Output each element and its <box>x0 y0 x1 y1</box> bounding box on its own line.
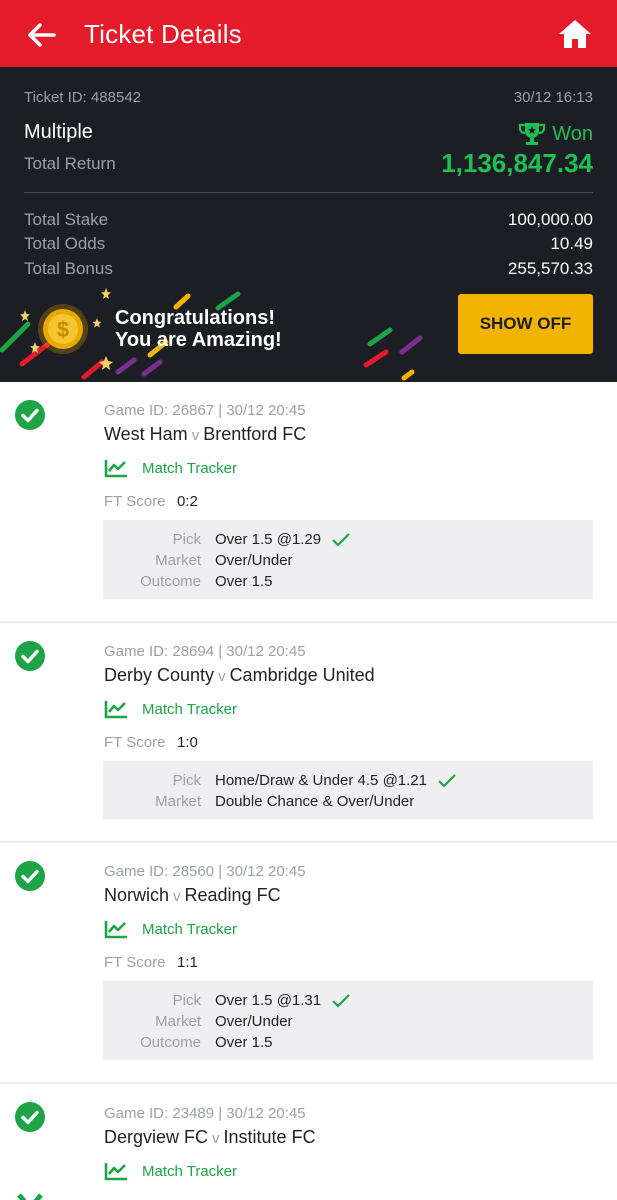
checkmark-icon <box>438 773 456 788</box>
market-value: Over/Under <box>215 1013 293 1030</box>
total-return-value: 1,136,847.34 <box>441 148 593 178</box>
match-tracker-label: Match Tracker <box>142 1162 238 1180</box>
outcome-value: Over 1.5 <box>215 1034 273 1051</box>
congrats-line-2: You are Amazing! <box>115 329 282 351</box>
pick-label: Pick <box>172 772 201 789</box>
game-id: Game ID: 23489 | 30/12 20:45 <box>104 1105 306 1122</box>
match-tracker-link[interactable]: Match Tracker <box>104 919 237 939</box>
chart-trend-icon <box>104 921 127 939</box>
congrats-text: Congratulations! You are Amazing! <box>115 307 282 351</box>
total-odds-value: 10.49 <box>550 234 593 253</box>
pick-value: Home/Draw & Under 4.5 @1.21 <box>215 772 457 789</box>
ft-score-label: FT Score <box>104 493 166 510</box>
outcome-label: Outcome <box>140 1034 201 1051</box>
ticket-id: Ticket ID: 488542 <box>24 89 142 106</box>
selection-item: Game ID: 23489 | 30/12 20:45 Dergview FC… <box>0 1084 617 1200</box>
home-team: West Ham <box>104 424 188 444</box>
show-off-button[interactable]: SHOW OFF <box>458 294 593 354</box>
match-teams: Norwich v Reading FC <box>104 885 281 906</box>
away-team: Institute FC <box>223 1127 316 1147</box>
checkmark-icon <box>332 532 350 547</box>
game-id: Game ID: 28560 | 30/12 20:45 <box>104 863 306 880</box>
selection-item: Game ID: 28694 | 30/12 20:45 Derby Count… <box>0 623 617 843</box>
won-check-icon <box>15 1102 45 1132</box>
away-team: Cambridge United <box>229 665 375 685</box>
pick-value: Over 1.5 @1.31 <box>215 992 351 1009</box>
won-check-icon <box>15 641 45 671</box>
away-team: Brentford FC <box>203 424 307 444</box>
match-teams: Dergview FC v Institute FC <box>104 1127 316 1148</box>
congrats-line-1: Congratulations! <box>115 307 275 329</box>
market-label: Market <box>155 1013 201 1030</box>
pick-text: Home/Draw & Under 4.5 @1.21 <box>215 772 427 789</box>
lost-x-icon <box>15 1193 45 1200</box>
home-team: Derby County <box>104 665 215 685</box>
summary-divider <box>24 192 593 193</box>
market-label: Market <box>155 552 201 569</box>
pick-value: Over 1.5 @1.29 <box>215 531 351 548</box>
chart-trend-icon <box>104 1163 127 1181</box>
pick-details: Pick Over 1.5 @1.29 Market Over/Under Ou… <box>103 520 593 599</box>
match-tracker-link[interactable]: Match Tracker <box>104 699 237 719</box>
ft-score-value: 0:2 <box>177 493 198 510</box>
bet-type: Multiple <box>24 121 93 143</box>
versus-label: v <box>212 1130 220 1147</box>
versus-label: v <box>218 668 226 685</box>
game-id: Game ID: 26867 | 30/12 20:45 <box>104 402 306 419</box>
outcome-value: Over 1.5 <box>215 573 273 590</box>
status-badge: Won <box>518 121 593 147</box>
market-label: Market <box>155 793 201 810</box>
total-return-label: Total Return <box>24 154 116 173</box>
pick-label: Pick <box>172 992 201 1009</box>
match-tracker-link[interactable]: Match Tracker <box>104 458 237 478</box>
market-value: Over/Under <box>215 552 293 569</box>
versus-label: v <box>191 427 200 444</box>
won-check-icon <box>15 861 45 891</box>
home-team: Dergview FC <box>104 1127 209 1147</box>
match-tracker-label: Match Tracker <box>142 920 238 938</box>
pick-details: Pick Home/Draw & Under 4.5 @1.21 Market … <box>103 761 593 819</box>
ft-score-label: FT Score <box>104 734 166 751</box>
ft-score-label: FT Score <box>104 954 166 971</box>
chart-trend-icon <box>104 701 127 719</box>
total-bonus-value: 255,570.33 <box>507 259 593 278</box>
match-tracker-label: Match Tracker <box>142 459 238 477</box>
total-stake-value: 100,000.00 <box>507 210 593 229</box>
game-id: Game ID: 28694 | 30/12 20:45 <box>104 643 306 660</box>
svg-text:$: $ <box>57 317 69 342</box>
home-team: Norwich <box>104 885 170 905</box>
won-check-icon <box>15 400 45 430</box>
checkmark-icon <box>332 993 350 1008</box>
status-text: Won <box>552 122 593 145</box>
pick-label: Pick <box>172 531 201 548</box>
total-stake-label: Total Stake <box>24 210 109 229</box>
app-header: Ticket Details <box>0 0 617 67</box>
match-teams: West Ham v Brentford FC <box>104 424 306 445</box>
ticket-summary: Ticket ID: 488542 30/12 16:13 Multiple W… <box>0 67 617 382</box>
match-teams: Derby County v Cambridge United <box>104 665 375 686</box>
total-odds-label: Total Odds <box>24 234 106 253</box>
ft-score-value: 1:1 <box>177 954 198 971</box>
page-title: Ticket Details <box>84 19 242 49</box>
match-tracker-link[interactable]: Match Tracker <box>104 1161 237 1181</box>
market-value: Double Chance & Over/Under <box>215 793 415 810</box>
selection-item: Game ID: 28560 | 30/12 20:45 Norwich v Rea… <box>0 843 617 1084</box>
ticket-datetime: 30/12 16:13 <box>513 89 593 106</box>
pick-text: Over 1.5 @1.29 <box>215 531 322 548</box>
home-icon[interactable] <box>557 17 593 51</box>
trophy-icon <box>519 123 546 145</box>
back-arrow-icon[interactable] <box>24 18 58 52</box>
ft-score-value: 1:0 <box>177 734 198 751</box>
versus-label: v <box>173 888 181 905</box>
away-team: Reading FC <box>184 885 281 905</box>
chart-trend-icon <box>104 460 127 478</box>
pick-text: Over 1.5 @1.31 <box>215 992 322 1009</box>
match-tracker-label: Match Tracker <box>142 700 238 718</box>
pick-details: Pick Over 1.5 @1.31 Market Over/Under Ou… <box>103 981 593 1060</box>
total-bonus-label: Total Bonus <box>24 259 113 278</box>
outcome-label: Outcome <box>140 573 201 590</box>
selection-item: Game ID: 26867 | 30/12 20:45 West Ham v Br… <box>0 382 617 623</box>
